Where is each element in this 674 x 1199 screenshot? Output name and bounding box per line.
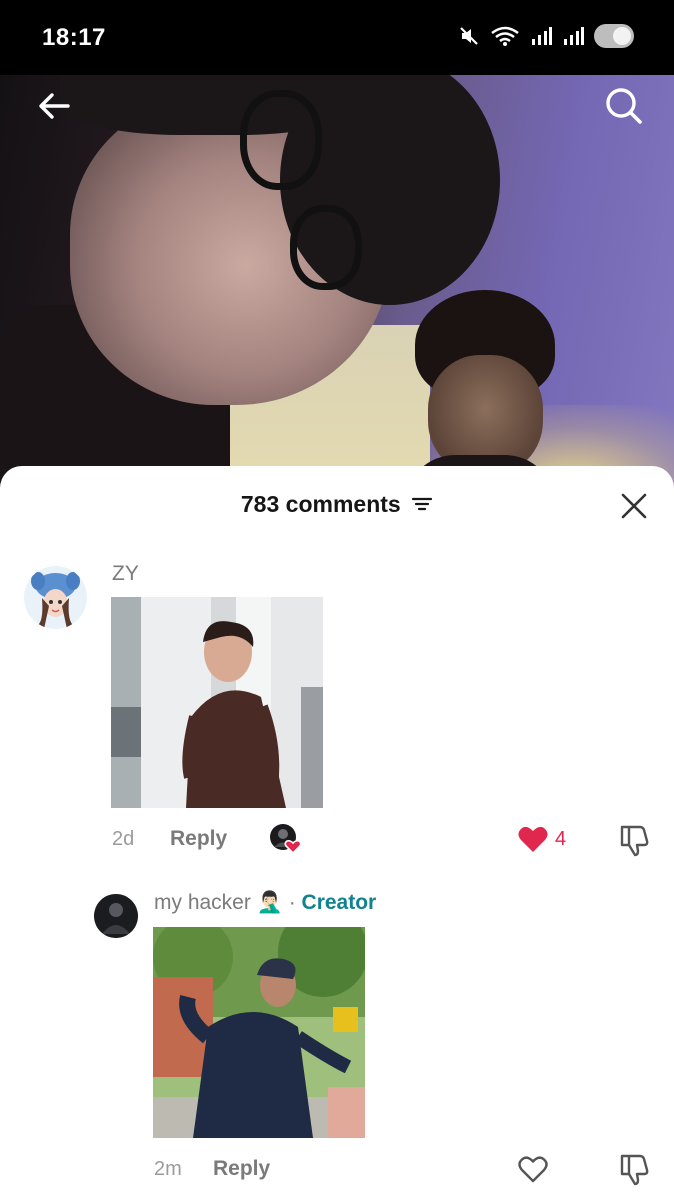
status-icons <box>458 24 634 48</box>
back-button[interactable] <box>34 86 74 126</box>
dislike-button[interactable] <box>618 1152 652 1186</box>
filter-icon[interactable] <box>411 495 433 513</box>
comment-image[interactable] <box>153 927 365 1138</box>
creator-liked-icon <box>270 824 302 855</box>
status-bar: 18:17 <box>0 0 674 75</box>
close-button[interactable] <box>620 492 648 520</box>
signal-icon <box>532 27 552 45</box>
comment-photo <box>153 927 365 1138</box>
comments-count-label: 783 comments <box>240 491 401 517</box>
like-count: 4 <box>555 828 567 850</box>
like-button[interactable] <box>517 824 549 854</box>
search-button[interactable] <box>604 86 644 126</box>
heart-outline-icon <box>518 1156 548 1183</box>
comment-photo <box>111 597 323 808</box>
separator: · <box>288 891 296 914</box>
video-glasses <box>290 205 362 290</box>
arrow-left-icon <box>39 93 70 119</box>
like-button[interactable] <box>517 1154 549 1184</box>
video-glasses <box>240 90 322 190</box>
video-player[interactable] <box>0 75 674 495</box>
search-icon <box>606 88 642 124</box>
close-icon <box>621 493 647 519</box>
reply-button[interactable]: Reply <box>213 1157 270 1181</box>
signal-icon <box>564 27 584 45</box>
comment-time: 2m <box>154 1158 182 1180</box>
thumbs-down-icon <box>620 1154 649 1186</box>
creator-liked-badge <box>269 823 303 855</box>
toggle-icon <box>594 24 634 48</box>
avatar[interactable] <box>94 894 138 938</box>
comment-image[interactable] <box>111 597 323 808</box>
comment-time: 2d <box>112 828 135 850</box>
wifi-icon <box>491 26 519 46</box>
comment-username[interactable]: my hacker 🤦🏻‍♂️ <box>154 891 283 914</box>
heart-filled-icon <box>518 826 548 852</box>
reply-username-line: my hacker 🤦🏻‍♂️ · Creator <box>154 891 376 915</box>
comments-title: 783 comments <box>0 491 674 518</box>
avatar-illustration <box>94 894 138 938</box>
mute-icon <box>460 27 478 45</box>
reply-button[interactable]: Reply <box>170 827 227 851</box>
comments-header: 783 comments <box>0 466 674 546</box>
avatar-illustration <box>24 566 87 629</box>
thumbs-down-icon <box>620 825 649 857</box>
creator-badge: Creator <box>301 891 377 914</box>
dislike-button[interactable] <box>618 823 652 857</box>
avatar[interactable] <box>24 566 87 629</box>
comment-username[interactable]: ZY <box>112 562 139 586</box>
status-time: 18:17 <box>42 24 106 51</box>
